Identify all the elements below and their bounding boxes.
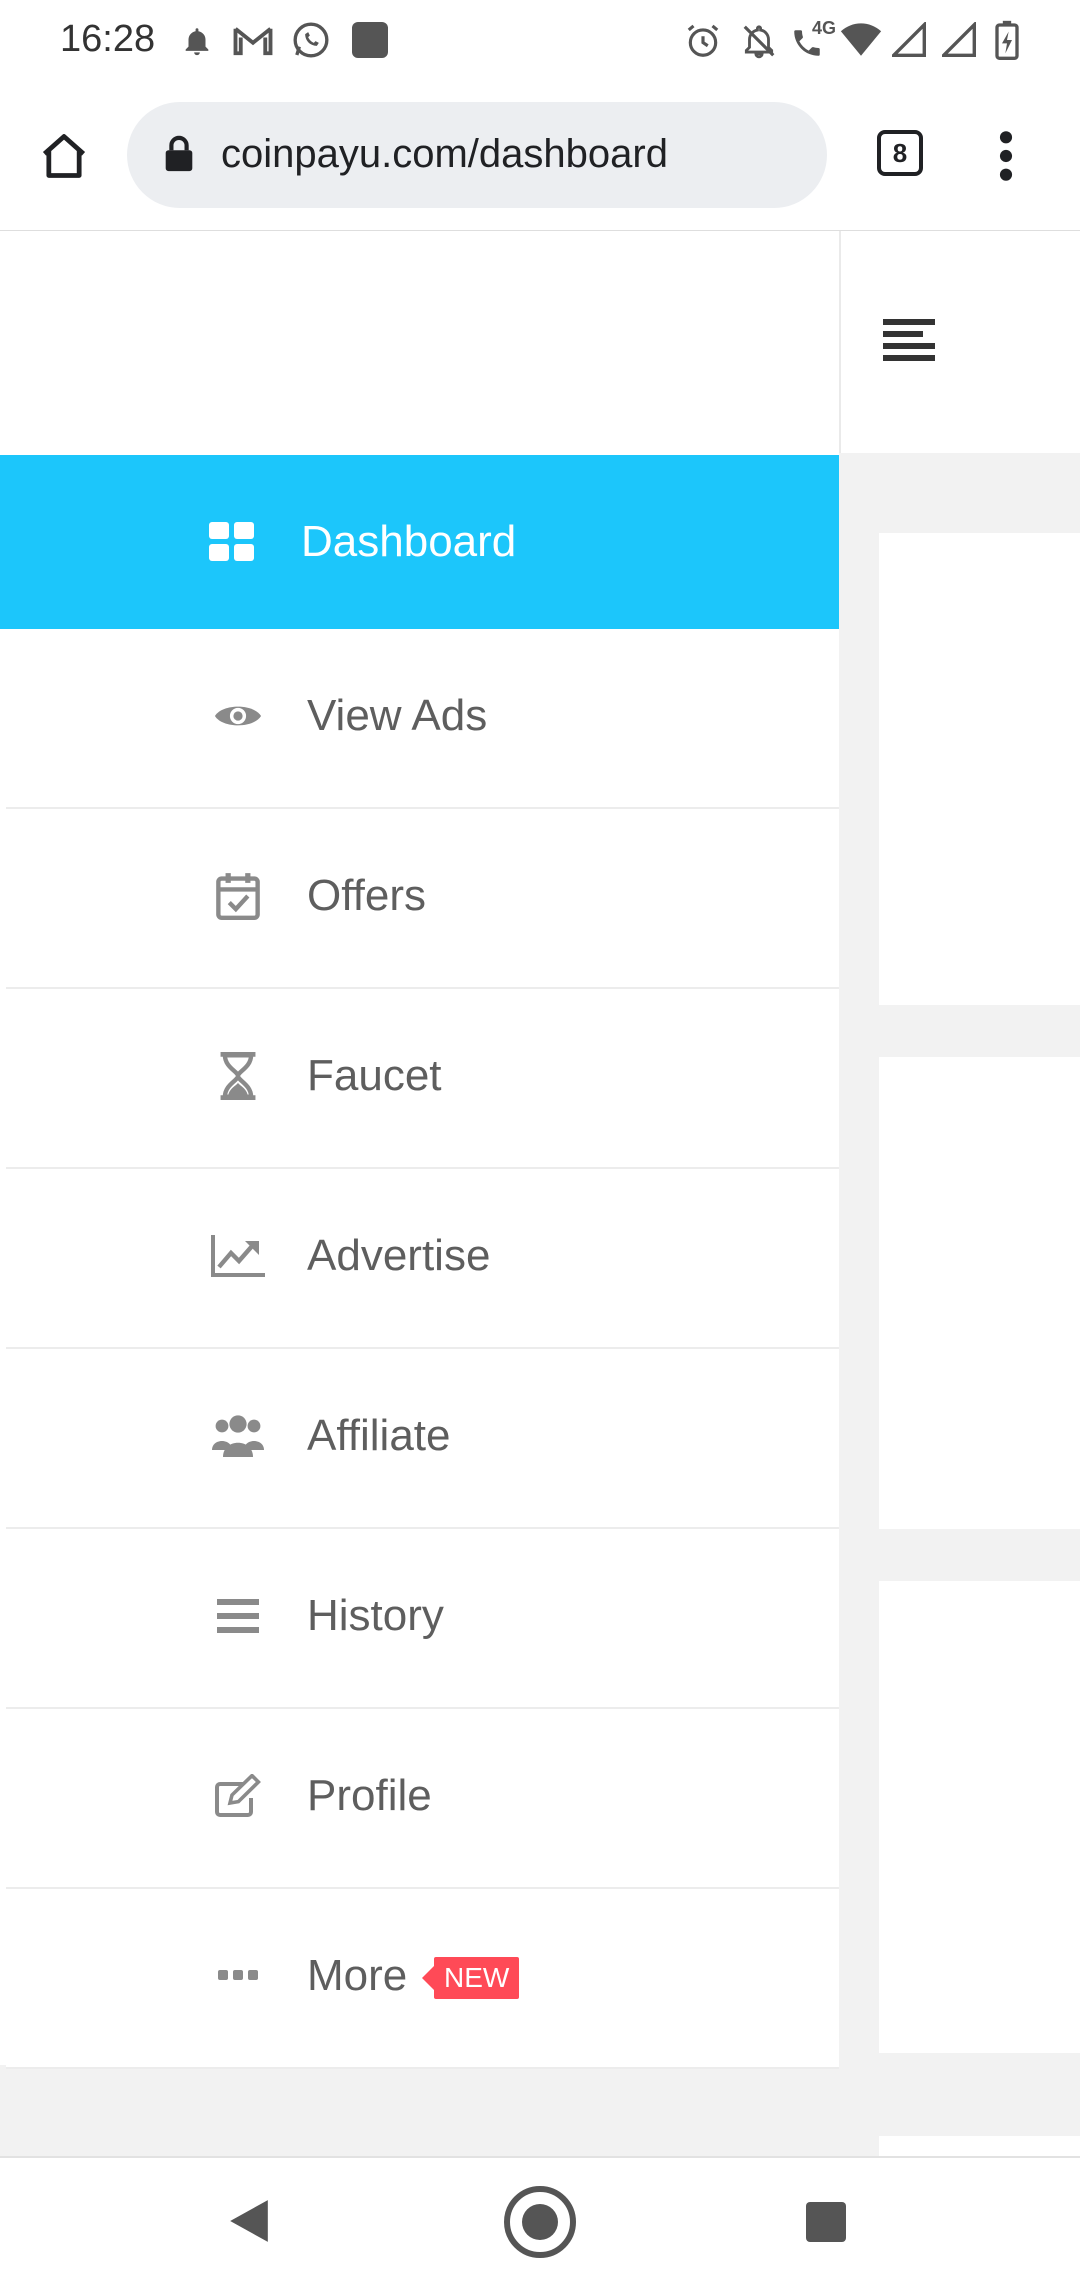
new-badge: NEW xyxy=(421,1957,520,1999)
home-icon[interactable] xyxy=(38,130,90,182)
sidebar-item-affiliate[interactable]: Affiliate xyxy=(6,1349,839,1529)
status-bar: 16:28 4G xyxy=(0,0,1080,82)
home-circle-icon[interactable] xyxy=(502,2184,578,2260)
sidebar-item-label: Faucet xyxy=(307,1051,442,1100)
sidebar-item-profile[interactable]: Profile xyxy=(6,1709,839,1889)
sidebar-item-offers[interactable]: Offers xyxy=(6,809,839,989)
alarm-icon xyxy=(687,24,719,57)
tabs-icon[interactable]: 8 xyxy=(877,130,923,176)
wifi-icon xyxy=(840,23,882,56)
battery-charging-icon xyxy=(995,20,1019,60)
dashboard-grid-icon xyxy=(203,516,261,568)
sidebar: Dashboard View Ads Offers Faucet Adverti xyxy=(0,231,839,2069)
whatsapp-icon xyxy=(293,22,329,58)
edit-icon xyxy=(209,1770,267,1822)
eye-icon xyxy=(209,690,267,742)
sidebar-item-label: History xyxy=(307,1591,444,1640)
gmail-icon xyxy=(233,27,273,56)
sidebar-item-faucet[interactable]: Faucet xyxy=(6,989,839,1169)
sidebar-item-label: Offers xyxy=(307,871,427,920)
content-topbar xyxy=(839,231,1080,453)
tab-count: 8 xyxy=(892,138,908,168)
sidebar-item-more[interactable]: More NEW xyxy=(6,1889,839,2069)
notification-bell-icon xyxy=(185,28,209,56)
cell-signal-icon xyxy=(892,22,926,57)
list-icon xyxy=(209,1590,267,1642)
sidebar-item-label: More xyxy=(307,1951,408,2000)
url-bar[interactable]: coinpayu.com/dashboard xyxy=(127,102,827,208)
browser-toolbar: coinpayu.com/dashboard 8 xyxy=(0,82,1080,233)
cell-signal-2-icon xyxy=(942,22,976,57)
status-time: 16:28 xyxy=(60,18,156,60)
sidebar-item-label: Profile xyxy=(307,1771,432,1820)
back-icon[interactable] xyxy=(228,2198,270,2244)
dashboard-card xyxy=(879,533,1080,1005)
ellipsis-icon xyxy=(209,1950,267,2002)
sidebar-item-view-ads[interactable]: View Ads xyxy=(6,629,839,809)
app-square-icon xyxy=(352,22,388,58)
recents-icon[interactable] xyxy=(806,2202,846,2242)
android-nav-bar xyxy=(0,2156,1080,2282)
lock-icon[interactable] xyxy=(163,135,195,173)
hourglass-icon xyxy=(209,1050,267,1102)
sidebar-header xyxy=(0,231,839,455)
more-vert-icon[interactable] xyxy=(990,128,1022,184)
url-text[interactable]: coinpayu.com/dashboard xyxy=(221,132,668,177)
sidebar-item-label: Affiliate xyxy=(307,1411,451,1460)
dashboard-card xyxy=(879,1581,1080,2053)
sidebar-item-history[interactable]: History xyxy=(6,1529,839,1709)
sidebar-item-label: View Ads xyxy=(307,691,488,740)
users-icon xyxy=(209,1410,267,1462)
chart-line-icon xyxy=(209,1230,267,1282)
sidebar-item-label: Dashboard xyxy=(301,517,517,566)
dashboard-card xyxy=(879,1057,1080,1529)
sidebar-nav: Dashboard View Ads Offers Faucet Adverti xyxy=(0,455,839,2069)
menu-toggle-icon[interactable] xyxy=(883,319,939,361)
notifications-off-icon xyxy=(743,25,775,59)
calendar-check-icon xyxy=(209,870,267,922)
volte-call-icon: 4G xyxy=(790,18,837,60)
volte-label: 4G xyxy=(812,18,837,38)
sidebar-item-label: Advertise xyxy=(307,1231,491,1280)
sidebar-item-dashboard[interactable]: Dashboard xyxy=(0,455,839,629)
dashboard-card xyxy=(879,2136,1080,2156)
sidebar-item-advertise[interactable]: Advertise xyxy=(6,1169,839,1349)
